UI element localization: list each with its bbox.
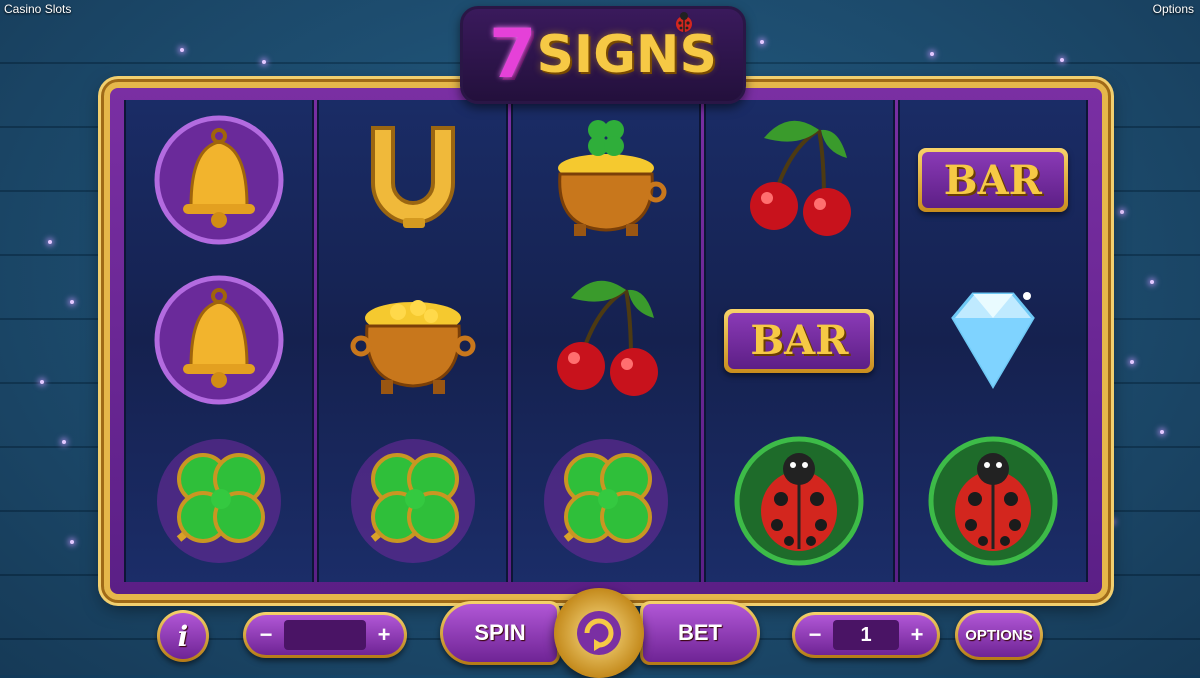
reel-frame: BAR BAR <box>104 82 1108 600</box>
sparkle <box>70 540 74 544</box>
clover-icon <box>149 429 289 574</box>
sparkle <box>1060 58 1064 62</box>
logo-signs: SIGNS <box>536 25 717 85</box>
sparkle <box>48 240 52 244</box>
bet-minus-button[interactable]: − <box>801 622 829 648</box>
reel-cell <box>531 427 681 577</box>
reels-area: BAR BAR <box>124 100 1089 582</box>
bar-label: BAR <box>728 312 871 369</box>
ladybug-icon <box>676 12 692 32</box>
ladybug-icon <box>729 429 869 574</box>
reel-cell <box>144 105 294 255</box>
lines-value <box>284 620 366 650</box>
logo-seven: 7 <box>489 15 537 94</box>
bet-button[interactable]: BET <box>640 601 760 665</box>
sparkle <box>70 300 74 304</box>
bet-label: BET <box>678 620 722 645</box>
bar-symbol: BAR <box>724 308 875 373</box>
reel-cell: BAR <box>724 266 875 416</box>
spin-button[interactable]: SPIN <box>440 601 560 665</box>
sparkle <box>180 48 184 52</box>
refresh-icon <box>577 611 621 655</box>
lines-plus-button[interactable]: + <box>370 622 398 648</box>
sparkle <box>262 60 266 64</box>
reel-cell: BAR <box>917 105 1068 255</box>
reel-cell <box>724 105 874 255</box>
reel-cell <box>918 266 1068 416</box>
info-button[interactable]: i <box>157 610 209 662</box>
sparkle <box>1160 430 1164 434</box>
options-button[interactable]: OPTIONS <box>955 610 1043 660</box>
bell-icon <box>149 268 289 413</box>
reel-cell <box>144 266 294 416</box>
ladybug-icon <box>923 429 1063 574</box>
pot-of-gold-clover-icon <box>536 108 676 253</box>
reel-cell <box>338 427 488 577</box>
sparkle <box>1130 360 1134 364</box>
reel-cell <box>918 427 1068 577</box>
bar-symbol: BAR <box>917 148 1068 213</box>
bet-stepper: − 1 + <box>792 612 940 658</box>
spin-label: SPIN <box>474 620 526 645</box>
pot-of-gold-icon <box>343 268 483 413</box>
reel-4: BAR <box>704 100 895 582</box>
options-label: OPTIONS <box>965 626 1033 644</box>
spin-round-button[interactable] <box>554 588 644 678</box>
diamond-icon <box>923 268 1063 413</box>
clover-icon <box>536 429 676 574</box>
sparkle <box>930 52 934 56</box>
bet-plus-button[interactable]: + <box>903 622 931 648</box>
sparkle <box>1120 210 1124 214</box>
cherry-icon <box>536 268 676 413</box>
reel-cell <box>531 266 681 416</box>
clover-icon <box>343 429 483 574</box>
reel-cell <box>338 266 488 416</box>
reel-cell <box>531 105 681 255</box>
horseshoe-icon <box>343 108 483 253</box>
sparkle <box>62 440 66 444</box>
app-title: Casino Slots <box>4 2 72 16</box>
reel-cell <box>338 105 488 255</box>
sparkle <box>1150 280 1154 284</box>
reel-2 <box>317 100 508 582</box>
lines-minus-button[interactable]: − <box>252 622 280 648</box>
reel-3 <box>510 100 702 582</box>
reel-5: BAR <box>897 100 1089 582</box>
game-logo: 7 SIGNS <box>460 6 746 104</box>
bar-label: BAR <box>921 152 1064 209</box>
sparkle <box>1110 520 1114 524</box>
lines-stepper: − + <box>243 612 407 658</box>
bet-value: 1 <box>833 620 899 650</box>
sparkle <box>760 40 764 44</box>
bell-icon <box>149 108 289 253</box>
reel-cell <box>144 427 294 577</box>
cherry-icon <box>729 108 869 253</box>
reel-cell <box>724 427 874 577</box>
sparkle <box>40 380 44 384</box>
info-icon: i <box>177 619 189 653</box>
reel-1 <box>124 100 315 582</box>
options-link[interactable]: Options <box>1153 2 1194 16</box>
